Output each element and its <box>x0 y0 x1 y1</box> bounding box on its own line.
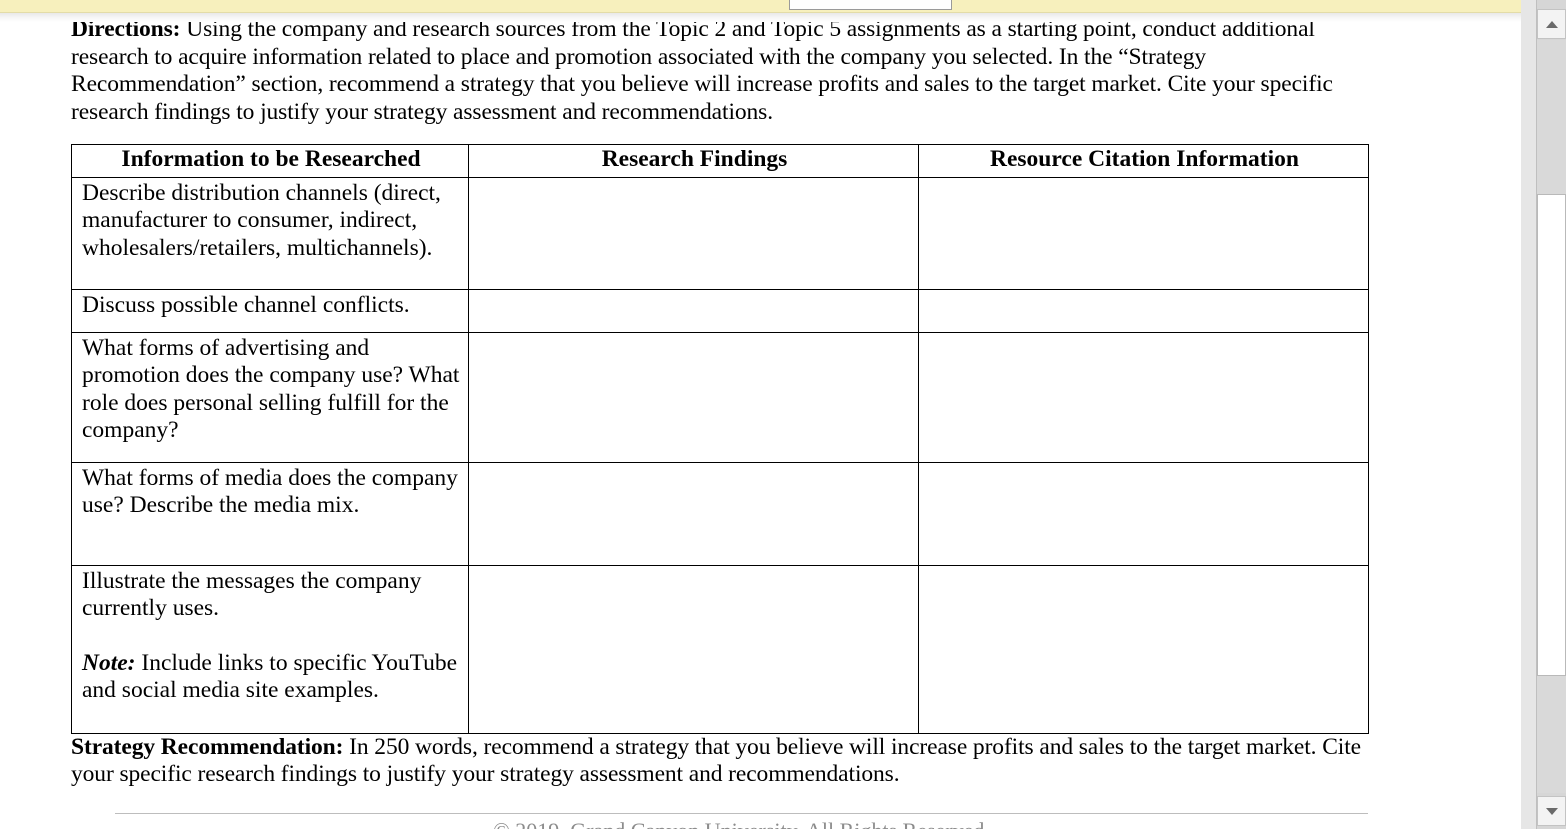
note-body: Include links to specific YouTube and so… <box>82 649 458 703</box>
row-citation-cell[interactable] <box>918 176 1369 290</box>
scrollbar-thumb[interactable] <box>1537 194 1566 676</box>
table-row: What forms of media does the company use… <box>71 461 1369 566</box>
row-findings-cell[interactable] <box>468 176 919 290</box>
page-footer: © 2019, Grand Canyon University. All Rig… <box>115 813 1368 829</box>
page-top-shadow <box>0 13 1521 22</box>
note-label: Note: <box>82 649 136 676</box>
table-row: Illustrate the messages the company curr… <box>71 564 1369 734</box>
row-citation-cell[interactable] <box>918 331 1369 463</box>
document-viewer: Directions: Using the company and resear… <box>0 0 1566 829</box>
scroll-up-button[interactable] <box>1537 9 1566 39</box>
toolbar-text-field[interactable] <box>789 0 952 10</box>
scroll-down-button[interactable] <box>1537 796 1566 826</box>
scrollbar-track-above[interactable] <box>1537 40 1566 194</box>
table-header-row: Information to be Researched Research Fi… <box>71 144 1369 178</box>
notification-bar <box>0 0 1521 13</box>
chevron-up-icon <box>1545 20 1558 28</box>
row-findings-cell[interactable] <box>468 461 919 566</box>
column-header-findings: Research Findings <box>468 144 919 178</box>
row-citation-cell[interactable] <box>918 288 1369 333</box>
document-page: Directions: Using the company and resear… <box>0 13 1521 829</box>
row-citation-cell[interactable] <box>918 564 1369 734</box>
row-note: Note: Include links to specific YouTube … <box>82 650 460 705</box>
row-prompt: Discuss possible channel conflicts. <box>71 288 469 333</box>
directions-body: Using the company and research sources f… <box>71 16 1333 125</box>
research-table: Information to be Researched Research Fi… <box>71 144 1369 734</box>
strategy-paragraph: Strategy Recommendation: In 250 words, r… <box>71 734 1368 789</box>
row-spacer <box>82 623 460 650</box>
vertical-scrollbar[interactable] <box>1536 0 1566 829</box>
chevron-down-icon <box>1545 807 1558 815</box>
row-findings-cell[interactable] <box>468 564 919 734</box>
column-header-citation: Resource Citation Information <box>918 144 1369 178</box>
table-row: Describe distribution channels (direct, … <box>71 176 1369 290</box>
table-row: Discuss possible channel conflicts. <box>71 288 1369 333</box>
row-prompt: Illustrate the messages the company curr… <box>71 564 469 734</box>
column-header-information: Information to be Researched <box>71 144 469 178</box>
table-row: What forms of advertising and promotion … <box>71 331 1369 463</box>
scrollbar-track-below[interactable] <box>1537 676 1566 793</box>
row-findings-cell[interactable] <box>468 288 919 333</box>
row-prompt: Describe distribution channels (direct, … <box>71 176 469 290</box>
row-prompt-text: Illustrate the messages the company curr… <box>82 567 422 622</box>
strategy-label: Strategy Recommendation: <box>71 733 344 760</box>
row-findings-cell[interactable] <box>468 331 919 463</box>
directions-paragraph: Directions: Using the company and resear… <box>71 14 1368 126</box>
row-prompt: What forms of advertising and promotion … <box>71 331 469 463</box>
document-body: Directions: Using the company and resear… <box>71 14 1369 789</box>
row-prompt: What forms of media does the company use… <box>71 461 469 566</box>
row-citation-cell[interactable] <box>918 461 1369 566</box>
